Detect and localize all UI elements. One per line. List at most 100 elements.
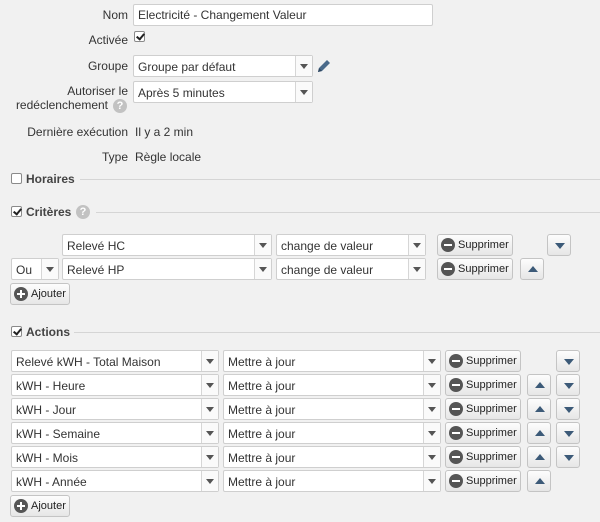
minus-circle-icon xyxy=(449,402,463,416)
chevron-down-icon xyxy=(423,351,440,371)
active-label: Activée xyxy=(88,33,128,47)
chevron-down-icon xyxy=(408,235,425,255)
pencil-icon[interactable] xyxy=(316,58,332,74)
action-device-select[interactable]: kWH - Année xyxy=(11,470,219,492)
delete-action-button[interactable]: Supprimer xyxy=(445,374,521,396)
delete-button-label: Supprimer xyxy=(458,239,509,251)
plus-circle-icon xyxy=(14,287,28,301)
chevron-down-icon xyxy=(423,399,440,419)
delete-button-label: Supprimer xyxy=(466,403,517,415)
delete-criteria-button[interactable]: Supprimer xyxy=(437,234,513,256)
type-value: Règle locale xyxy=(135,150,202,164)
minus-circle-icon xyxy=(441,262,455,276)
chevron-down-icon xyxy=(201,351,218,371)
add-criteria-button[interactable]: Ajouter xyxy=(10,283,70,305)
chevron-down-icon xyxy=(423,375,440,395)
move-down-button[interactable] xyxy=(556,350,580,372)
move-up-button[interactable] xyxy=(527,374,551,396)
chevron-down-icon xyxy=(201,423,218,443)
criteria-checkbox[interactable] xyxy=(11,206,22,217)
chevron-down-icon xyxy=(201,447,218,467)
criteria-operator-select[interactable]: Ou xyxy=(11,258,59,280)
actions-title: Actions xyxy=(26,325,71,339)
move-up-button[interactable] xyxy=(527,446,551,468)
action-type-select[interactable]: Mettre à jour xyxy=(223,350,441,372)
chevron-down-icon xyxy=(201,375,218,395)
move-down-button[interactable] xyxy=(547,234,571,256)
delete-button-label: Supprimer xyxy=(458,263,509,275)
group-select[interactable]: Groupe par défaut xyxy=(133,55,313,77)
help-icon[interactable]: ? xyxy=(113,99,127,113)
divider xyxy=(74,332,600,333)
chevron-down-icon xyxy=(423,423,440,443)
chevron-down-icon xyxy=(41,259,58,279)
name-input[interactable]: Electricité - Changement Valeur xyxy=(133,4,433,26)
criteria-title: Critères xyxy=(26,205,72,219)
move-up-button[interactable] xyxy=(520,258,544,280)
chevron-down-icon xyxy=(295,82,312,102)
action-device-select[interactable]: kWH - Heure xyxy=(11,374,219,396)
add-button-label: Ajouter xyxy=(31,500,66,512)
action-device-value: kWH - Année xyxy=(16,475,87,489)
delete-action-button[interactable]: Supprimer xyxy=(445,422,521,444)
criteria-device-value: Relevé HP xyxy=(67,263,125,277)
criteria-condition-select[interactable]: change de valeur xyxy=(276,234,426,256)
criteria-condition-select[interactable]: change de valeur xyxy=(276,258,426,280)
action-device-select[interactable]: kWH - Semaine xyxy=(11,422,219,444)
action-device-select[interactable]: kWH - Mois xyxy=(11,446,219,468)
action-device-select[interactable]: Relevé kWH - Total Maison xyxy=(11,350,219,372)
retrigger-label-line2: redéclenchement xyxy=(15,98,108,112)
schedules-checkbox[interactable] xyxy=(11,173,22,184)
delete-action-button[interactable]: Supprimer xyxy=(445,398,521,420)
chevron-down-icon xyxy=(408,259,425,279)
divider xyxy=(80,179,600,180)
delete-action-button[interactable]: Supprimer xyxy=(445,470,521,492)
criteria-device-select[interactable]: Relevé HC xyxy=(62,234,272,256)
last-exec-value: Il y a 2 min xyxy=(135,125,194,139)
delete-button-label: Supprimer xyxy=(466,475,517,487)
move-up-button[interactable] xyxy=(527,470,551,492)
action-device-value: kWH - Semaine xyxy=(16,427,101,441)
action-type-value: Mettre à jour xyxy=(228,475,296,489)
action-type-value: Mettre à jour xyxy=(228,427,296,441)
action-device-select[interactable]: kWH - Jour xyxy=(11,398,219,420)
action-type-value: Mettre à jour xyxy=(228,379,296,393)
delete-action-button[interactable]: Supprimer xyxy=(445,446,521,468)
action-type-select[interactable]: Mettre à jour xyxy=(223,422,441,444)
delete-button-label: Supprimer xyxy=(466,427,517,439)
action-type-select[interactable]: Mettre à jour xyxy=(223,470,441,492)
minus-circle-icon xyxy=(449,378,463,392)
move-down-button[interactable] xyxy=(556,422,580,444)
action-type-select[interactable]: Mettre à jour xyxy=(223,374,441,396)
name-label: Nom xyxy=(102,8,128,22)
active-checkbox[interactable] xyxy=(134,31,145,42)
minus-circle-icon xyxy=(449,426,463,440)
delete-criteria-button[interactable]: Supprimer xyxy=(437,258,513,280)
minus-circle-icon xyxy=(449,474,463,488)
action-type-select[interactable]: Mettre à jour xyxy=(223,398,441,420)
chevron-down-icon xyxy=(295,56,312,76)
criteria-device-select[interactable]: Relevé HP xyxy=(62,258,272,280)
schedules-title: Horaires xyxy=(26,172,75,186)
retrigger-select[interactable]: Après 5 minutes xyxy=(133,81,313,103)
move-up-button[interactable] xyxy=(527,398,551,420)
delete-button-label: Supprimer xyxy=(466,451,517,463)
add-action-button[interactable]: Ajouter xyxy=(10,495,70,517)
move-down-button[interactable] xyxy=(556,446,580,468)
move-down-button[interactable] xyxy=(556,398,580,420)
actions-checkbox[interactable] xyxy=(11,326,22,337)
type-label: Type xyxy=(101,150,128,164)
chevron-down-icon xyxy=(254,259,271,279)
move-up-button[interactable] xyxy=(527,422,551,444)
action-device-value: kWH - Heure xyxy=(16,379,86,393)
action-type-select[interactable]: Mettre à jour xyxy=(223,446,441,468)
delete-action-button[interactable]: Supprimer xyxy=(445,350,521,372)
add-button-label: Ajouter xyxy=(31,288,66,300)
group-select-value: Groupe par défaut xyxy=(138,60,236,74)
help-icon[interactable]: ? xyxy=(76,205,90,219)
criteria-condition-value: change de valeur xyxy=(281,263,374,277)
retrigger-label-line1: Autoriser le xyxy=(67,84,128,98)
action-type-value: Mettre à jour xyxy=(228,403,296,417)
chevron-down-icon xyxy=(423,447,440,467)
move-down-button[interactable] xyxy=(556,374,580,396)
